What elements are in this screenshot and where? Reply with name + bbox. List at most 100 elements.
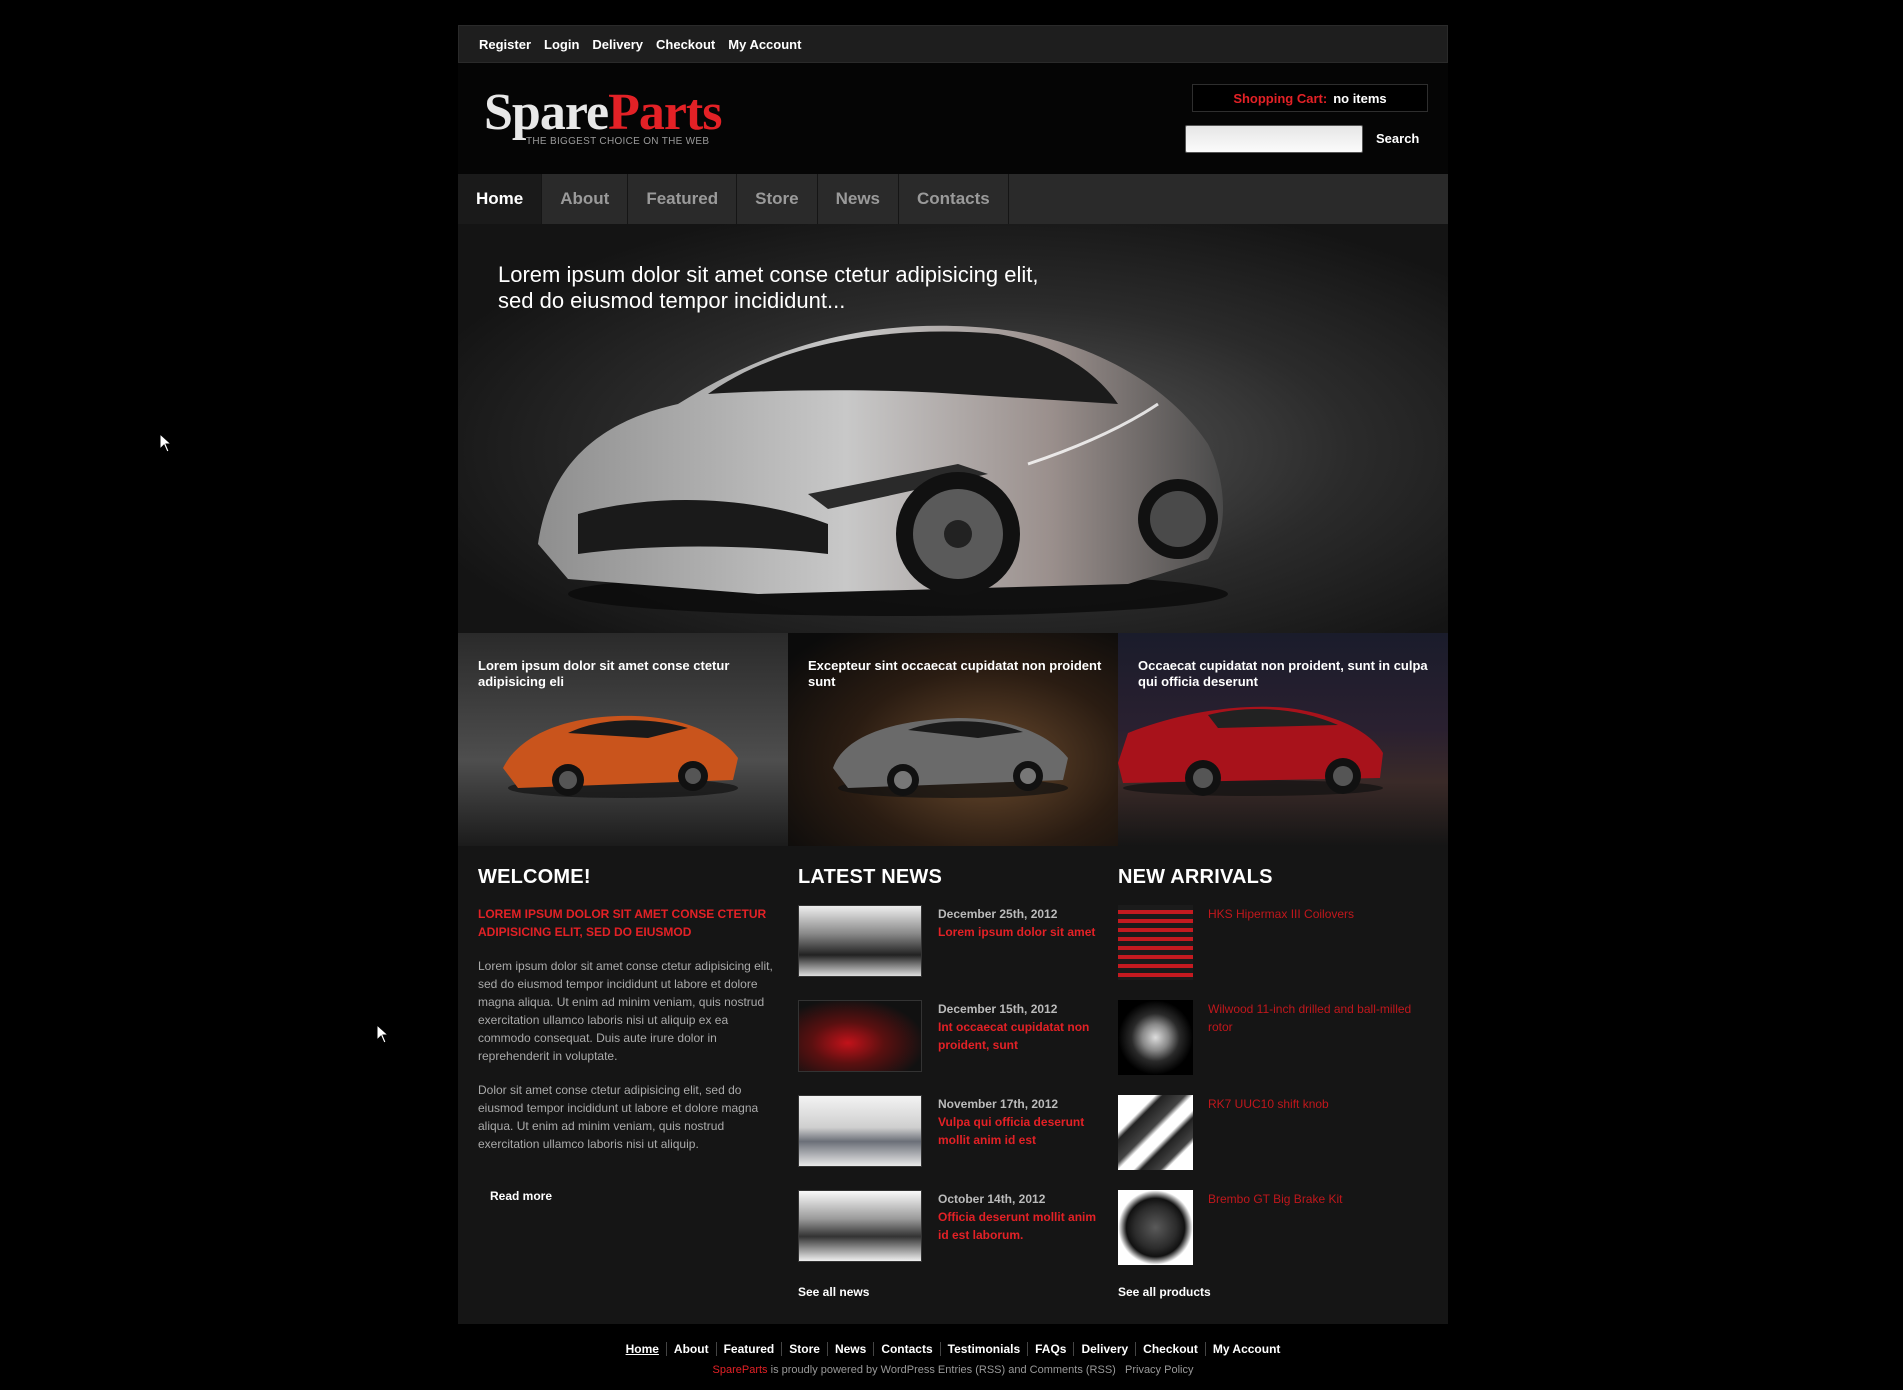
- news-thumbnail[interactable]: [798, 905, 922, 977]
- product-name[interactable]: HKS Hipermax III Coilovers: [1208, 905, 1354, 1000]
- product-thumbnail[interactable]: [1118, 905, 1193, 980]
- mouse-cursor-icon: [376, 1024, 390, 1044]
- main-nav: Home About Featured Store News Contacts: [458, 174, 1448, 224]
- feature-tiles: Lorem ipsum dolor sit amet conse ctetur …: [458, 633, 1448, 846]
- silver-car-image: [833, 718, 1068, 798]
- feature-tile-caption: Excepteur sint occaecat cupidatat non pr…: [808, 658, 1102, 689]
- footer-credits: SpareParts is proudly powered by WordPre…: [458, 1364, 1448, 1376]
- news-date: December 15th, 2012: [938, 1002, 1058, 1016]
- feature-tile[interactable]: Occaecat cupidatat non proident, sunt in…: [1118, 633, 1448, 846]
- feature-tile-caption: Occaecat cupidatat non proident, sunt in…: [1138, 658, 1428, 689]
- mouse-cursor-icon: [159, 433, 173, 453]
- product-name[interactable]: Wilwood 11-inch drilled and ball-milled …: [1208, 1000, 1428, 1095]
- page-container: Register Login Delivery Checkout My Acco…: [458, 25, 1448, 1324]
- privacy-policy-link[interactable]: Privacy Policy: [1125, 1364, 1193, 1376]
- footer-powered-text: is proudly powered by WordPress Entries …: [767, 1364, 1116, 1376]
- site-footer: Home About Featured Store News Contacts Testim…: [458, 1342, 1448, 1376]
- news-title-link[interactable]: Lorem ipsum dolor sit amet: [938, 923, 1095, 941]
- footer-link-news[interactable]: News: [826, 1342, 874, 1356]
- product-item[interactable]: Wilwood 11-inch drilled and ball-milled …: [1118, 1000, 1428, 1095]
- shopping-cart[interactable]: Shopping Cart: no items: [1192, 84, 1428, 112]
- footer-brand-link[interactable]: SpareParts: [713, 1364, 768, 1376]
- news-date: November 17th, 2012: [938, 1097, 1059, 1111]
- footer-link-home[interactable]: Home: [619, 1342, 666, 1356]
- footer-link-contacts[interactable]: Contacts: [873, 1342, 940, 1356]
- feature-tile-caption: Lorem ipsum dolor sit amet conse ctetur …: [478, 658, 730, 689]
- footer-link-featured[interactable]: Featured: [715, 1342, 782, 1356]
- welcome-section: WELCOME! LOREM IPSUM DOLOR SIT AMET CONS…: [478, 866, 778, 1203]
- logo-tagline: THE BIGGEST CHOICE ON THE WEB: [526, 136, 710, 147]
- footer-link-my-account[interactable]: My Account: [1204, 1342, 1288, 1356]
- hero-banner[interactable]: Lorem ipsum dolor sit amet conse ctetur …: [458, 224, 1448, 633]
- new-arrivals-section: NEW ARRIVALS HKS Hipermax III Coilovers …: [1118, 866, 1428, 1299]
- search-button[interactable]: Search: [1376, 131, 1419, 146]
- product-thumbnail[interactable]: [1118, 1000, 1193, 1075]
- cart-label: Shopping Cart:: [1233, 90, 1328, 106]
- arrivals-list: HKS Hipermax III Coilovers Wilwood 11-in…: [1118, 905, 1428, 1285]
- news-date: December 25th, 2012: [938, 907, 1058, 921]
- news-title: LATEST NEWS: [798, 866, 943, 888]
- nav-about[interactable]: About: [542, 174, 629, 224]
- see-all-news-link[interactable]: See all news: [798, 1285, 1098, 1299]
- welcome-paragraph: Dolor sit amet conse ctetur adipisicing …: [478, 1083, 759, 1151]
- login-link[interactable]: Login: [544, 37, 579, 52]
- product-thumbnail[interactable]: [1118, 1095, 1193, 1170]
- footer-link-delivery[interactable]: Delivery: [1073, 1342, 1136, 1356]
- feature-tile[interactable]: Excepteur sint occaecat cupidatat non pr…: [788, 633, 1118, 846]
- news-list: December 25th, 2012 Lorem ipsum dolor si…: [798, 905, 1098, 1285]
- logo-part2: Parts: [608, 84, 722, 141]
- news-title-link[interactable]: Int occaecat cupidatat non proident, sun…: [938, 1018, 1098, 1054]
- footer-link-faqs[interactable]: FAQs: [1027, 1342, 1074, 1356]
- footer-link-testimonials[interactable]: Testimonials: [939, 1342, 1028, 1356]
- product-item[interactable]: RK7 UUC10 shift knob: [1118, 1095, 1428, 1190]
- news-thumbnail[interactable]: [798, 1000, 922, 1072]
- hero-caption: Lorem ipsum dolor sit amet conse ctetur …: [498, 262, 1098, 314]
- news-title-link[interactable]: Vulpa qui officia deserunt mollit anim i…: [938, 1113, 1098, 1149]
- delivery-link[interactable]: Delivery: [592, 37, 643, 52]
- product-name[interactable]: Brembo GT Big Brake Kit: [1208, 1190, 1343, 1285]
- top-bar: Register Login Delivery Checkout My Acco…: [458, 25, 1448, 63]
- content-area: WELCOME! LOREM IPSUM DOLOR SIT AMET CONS…: [458, 846, 1448, 1324]
- see-all-products-link[interactable]: See all products: [1118, 1285, 1428, 1299]
- news-thumbnail[interactable]: [798, 1190, 922, 1262]
- welcome-paragraph: Lorem ipsum dolor sit amet conse ctetur …: [478, 959, 773, 1063]
- my-account-link[interactable]: My Account: [728, 37, 801, 52]
- search-input[interactable]: [1185, 125, 1363, 153]
- product-item[interactable]: Brembo GT Big Brake Kit: [1118, 1190, 1428, 1285]
- footer-link-checkout[interactable]: Checkout: [1135, 1342, 1205, 1356]
- checkout-link[interactable]: Checkout: [656, 37, 715, 52]
- hero-caption-line1: Lorem ipsum dolor sit amet conse ctetur …: [498, 262, 1039, 287]
- news-item[interactable]: December 15th, 2012 Int occaecat cupidat…: [798, 1000, 1098, 1095]
- product-thumbnail[interactable]: [1118, 1190, 1193, 1265]
- welcome-title: WELCOME!: [478, 866, 591, 888]
- register-link[interactable]: Register: [479, 37, 531, 52]
- logo-part1: Spare: [484, 84, 609, 141]
- news-item[interactable]: November 17th, 2012 Vulpa qui officia de…: [798, 1095, 1098, 1190]
- red-suv-image: [1118, 706, 1383, 796]
- news-item[interactable]: October 14th, 2012 Officia deserunt moll…: [798, 1190, 1098, 1285]
- site-logo[interactable]: SpareParts THE BIGGEST CHOICE ON THE WEB: [484, 84, 722, 148]
- footer-link-about[interactable]: About: [665, 1342, 716, 1356]
- nav-featured[interactable]: Featured: [628, 174, 738, 224]
- cart-value: no items: [1333, 90, 1387, 106]
- arrivals-title: NEW ARRIVALS: [1118, 866, 1273, 888]
- hero-caption-line2: sed do eiusmod tempor incididunt...: [498, 288, 846, 313]
- news-item[interactable]: December 25th, 2012 Lorem ipsum dolor si…: [798, 905, 1098, 1000]
- product-item[interactable]: HKS Hipermax III Coilovers: [1118, 905, 1428, 1000]
- nav-home[interactable]: Home: [458, 174, 543, 224]
- latest-news-section: LATEST NEWS December 25th, 2012 Lorem ip…: [798, 866, 1098, 1299]
- nav-contacts[interactable]: Contacts: [899, 174, 1009, 224]
- hero-car-image: [538, 325, 1228, 616]
- orange-car-image: [503, 715, 738, 798]
- product-name[interactable]: RK7 UUC10 shift knob: [1208, 1095, 1329, 1190]
- news-title-link[interactable]: Officia deserunt mollit anim id est labo…: [938, 1208, 1098, 1244]
- feature-tile[interactable]: Lorem ipsum dolor sit amet conse ctetur …: [458, 633, 788, 846]
- news-date: October 14th, 2012: [938, 1192, 1046, 1206]
- news-thumbnail[interactable]: [798, 1095, 922, 1167]
- site-header: SpareParts THE BIGGEST CHOICE ON THE WEB…: [458, 63, 1448, 174]
- read-more-link[interactable]: Read more: [490, 1189, 778, 1203]
- footer-nav: Home About Featured Store News Contacts Testim…: [458, 1342, 1448, 1356]
- footer-link-store[interactable]: Store: [781, 1342, 827, 1356]
- nav-news[interactable]: News: [818, 174, 900, 224]
- nav-store[interactable]: Store: [737, 174, 818, 224]
